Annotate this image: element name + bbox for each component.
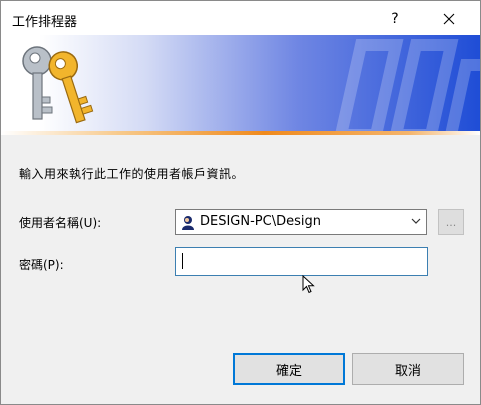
- username-value: DESIGN-PC\Design: [200, 214, 321, 229]
- header-banner: [1, 35, 480, 131]
- mouse-cursor-icon: [302, 275, 315, 294]
- browse-button-label: ...: [445, 216, 457, 229]
- title-bar: 工作排程器 ?: [1, 1, 480, 35]
- close-icon: [443, 13, 455, 25]
- instruction-text: 輸入用來執行此工作的使用者帳戶資訊。: [19, 167, 245, 181]
- username-label: 使用者名稱(U):: [19, 216, 102, 230]
- password-input[interactable]: [175, 247, 428, 276]
- browse-user-button[interactable]: ...: [438, 209, 464, 235]
- user-icon: [182, 216, 194, 230]
- cancel-button-label: 取消: [394, 363, 421, 379]
- help-button[interactable]: ?: [377, 7, 413, 31]
- ok-button-label: 確定: [275, 363, 302, 379]
- scheduler-dialog: 工作排程器 ? 輸入用來執行此工作的使用者帳戶資訊。 使用者名稱(U): DES…: [0, 0, 481, 405]
- text-caret: [182, 253, 183, 269]
- ok-button[interactable]: 確定: [233, 353, 345, 385]
- banner-accent-line: [1, 131, 480, 135]
- help-glyph: ?: [391, 11, 399, 27]
- cancel-button[interactable]: 取消: [352, 353, 464, 385]
- window-title: 工作排程器: [12, 15, 78, 30]
- username-combobox[interactable]: DESIGN-PC\Design: [175, 209, 427, 235]
- keys-watermark-icon: [335, 39, 480, 131]
- password-label: 密碼(P):: [19, 258, 64, 272]
- chevron-down-icon[interactable]: [411, 217, 421, 225]
- keys-icon: [22, 46, 94, 124]
- close-button[interactable]: [429, 7, 469, 31]
